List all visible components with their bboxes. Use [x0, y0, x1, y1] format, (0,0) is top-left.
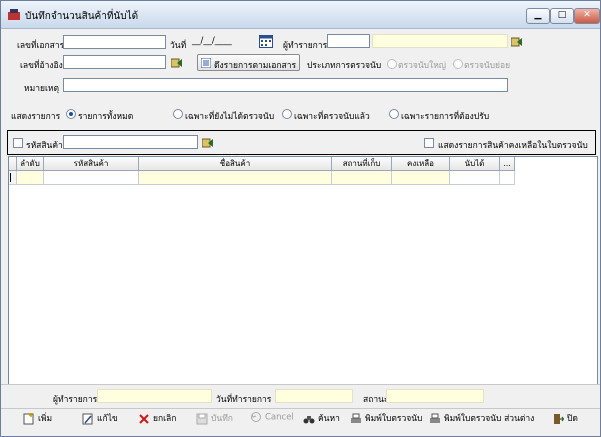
- radio-display-all[interactable]: [66, 109, 76, 119]
- cancel-label: Cancel: [265, 412, 294, 423]
- note-label: หมายเหตุ: [24, 84, 59, 94]
- edit-label: แก้ไข: [97, 414, 118, 424]
- calendar-icon[interactable]: [259, 34, 273, 48]
- col-header-product-code[interactable]: รหัสสินค้า: [44, 157, 139, 171]
- ref-no-input[interactable]: [63, 55, 166, 69]
- cell-product-code[interactable]: [44, 171, 139, 185]
- items-grid[interactable]: ลำดับ รหัสสินค้า ชื่อสินค้า สถานที่เก็บ …: [8, 156, 598, 385]
- radio-display-adjust[interactable]: [389, 109, 399, 119]
- display-label: แสดงรายการ: [11, 112, 61, 122]
- printer-icon: [351, 413, 361, 423]
- save-button[interactable]: บันทึก: [196, 411, 233, 429]
- list-by-doc-button[interactable]: ดึงรายการตามเอกสาร: [197, 54, 300, 71]
- search-label: ค้นหา: [318, 414, 340, 424]
- footer-maker-label: ผู้ทำรายการ: [53, 395, 98, 405]
- search-button[interactable]: ค้นหา: [303, 411, 340, 429]
- close-button[interactable]: ปิด: [552, 411, 578, 429]
- col-header-remaining[interactable]: คงเหลือ: [392, 157, 450, 171]
- title-bar: บันทึกจำนวนสินค้าที่นับได้ ▁ □ ✕: [1, 1, 600, 29]
- cancel-doc-label: ยกเลิก: [153, 414, 177, 424]
- product-code-checkbox[interactable]: [13, 138, 23, 148]
- close-window-button[interactable]: ✕: [574, 8, 600, 24]
- maximize-button[interactable]: □: [550, 8, 574, 24]
- printer-icon: [430, 413, 440, 423]
- display-uncounted-label: เฉพาะที่ยังไม่ได้ตรวจนับ: [185, 112, 275, 122]
- maker-code-input[interactable]: [327, 34, 370, 48]
- footer-status-field: [386, 389, 484, 403]
- minimize-button[interactable]: ▁: [526, 8, 550, 24]
- radio-display-uncounted[interactable]: [173, 109, 183, 119]
- maker-label: ผู้ทำรายการ: [283, 41, 328, 51]
- radio-count-minor[interactable]: [453, 59, 463, 69]
- note-input[interactable]: [63, 78, 508, 92]
- doc-no-input[interactable]: [63, 35, 166, 49]
- binoculars-icon: [303, 415, 315, 423]
- cell-remaining[interactable]: [392, 171, 450, 185]
- display-all-label: รายการทั้งหมด: [78, 112, 134, 122]
- footer-info: ผู้ทำรายการ วันที่ทำรายการ สถานะ: [1, 384, 600, 409]
- cell-more[interactable]: [500, 171, 515, 185]
- footer-make-date-label: วันที่ทำรายการ: [216, 395, 272, 405]
- display-adjust-label: เฉพาะรายการที่ต้องปรับ: [401, 112, 490, 122]
- print-count-diff-label: พิมพ์ใบตรวจนับ ส่วนต่าง: [444, 414, 535, 424]
- list-by-doc-label: ดึงรายการตามเอกสาร: [214, 61, 297, 71]
- lookup-maker-icon[interactable]: [511, 37, 523, 47]
- close-label: ปิด: [567, 414, 578, 424]
- add-button[interactable]: เพิ่ม: [23, 411, 52, 429]
- x-icon: [139, 413, 149, 424]
- ref-no-label: เลขที่อ้างอิง: [20, 61, 63, 71]
- date-input[interactable]: __/__/____: [190, 35, 255, 49]
- cell-location[interactable]: [332, 171, 392, 185]
- count-major-label: ตรวจนับใหญ่: [398, 61, 447, 71]
- col-header-seq[interactable]: ลำดับ: [17, 157, 44, 171]
- show-remaining-checkbox[interactable]: [424, 138, 434, 148]
- print-count-label: พิมพ์ใบตรวจนับ: [365, 414, 423, 424]
- grid-corner: [9, 157, 17, 171]
- edit-button[interactable]: แก้ไข: [82, 411, 118, 429]
- display-counted-label: เฉพาะที่ตรวจนับแล้ว: [294, 112, 370, 122]
- exit-door-icon: [554, 413, 564, 424]
- app-icon: [8, 9, 20, 20]
- print-count-button[interactable]: พิมพ์ใบตรวจนับ: [350, 411, 422, 429]
- col-header-counted[interactable]: นับได้: [450, 157, 500, 171]
- window-title: บันทึกจำนวนสินค้าที่นับได้: [25, 11, 139, 22]
- save-label: บันทึก: [211, 414, 233, 424]
- count-minor-label: ตรวจนับย่อย: [464, 61, 511, 71]
- doc-no-label: เลขที่เอกสาร: [17, 41, 65, 51]
- col-header-location[interactable]: สถานที่เก็บ: [332, 157, 392, 171]
- add-icon: [23, 412, 34, 424]
- lookup-product-icon[interactable]: [202, 138, 214, 148]
- row-cursor-icon: [10, 173, 11, 182]
- app-window: บันทึกจำนวนสินค้าที่นับได้ ▁ □ ✕ เลขที่เ…: [0, 0, 601, 437]
- col-header-more[interactable]: ...: [500, 157, 515, 171]
- count-type-label: ประเภทการตรวจนับ: [307, 61, 382, 71]
- cell-seq[interactable]: [17, 171, 44, 185]
- product-code-label: รหัสสินค้า: [26, 141, 63, 151]
- filter-panel: รหัสสินค้า แสดงรายการสินค้าคงเหลือในใบตร…: [7, 130, 596, 155]
- print-count-diff-button[interactable]: พิมพ์ใบตรวจนับ ส่วนต่าง: [429, 411, 534, 429]
- cell-counted[interactable]: [450, 171, 500, 185]
- cancel-button[interactable]: Cancel: [250, 411, 294, 429]
- lookup-ref-icon[interactable]: [171, 58, 183, 68]
- footer-maker-field: [97, 389, 212, 403]
- save-icon: [196, 413, 208, 424]
- footer-make-date-field: [275, 389, 353, 403]
- footer-status-label: สถานะ: [363, 395, 389, 405]
- radio-display-counted[interactable]: [282, 109, 292, 119]
- list-icon: [201, 58, 211, 68]
- product-code-input[interactable]: [63, 135, 198, 149]
- cancel-doc-button[interactable]: ยกเลิก: [138, 411, 176, 429]
- date-label: วันที่: [170, 41, 187, 51]
- add-label: เพิ่ม: [38, 414, 53, 424]
- maker-name-field: [372, 34, 508, 48]
- show-remaining-label: แสดงรายการสินค้าคงเหลือในใบตรวจนับ: [438, 141, 588, 151]
- col-header-product-name[interactable]: ชื่อสินค้า: [139, 157, 332, 171]
- edit-icon: [82, 413, 93, 424]
- undo-icon: [251, 412, 261, 422]
- cell-product-name[interactable]: [139, 171, 332, 185]
- radio-count-major[interactable]: [387, 59, 397, 69]
- row-indicator: [9, 171, 17, 185]
